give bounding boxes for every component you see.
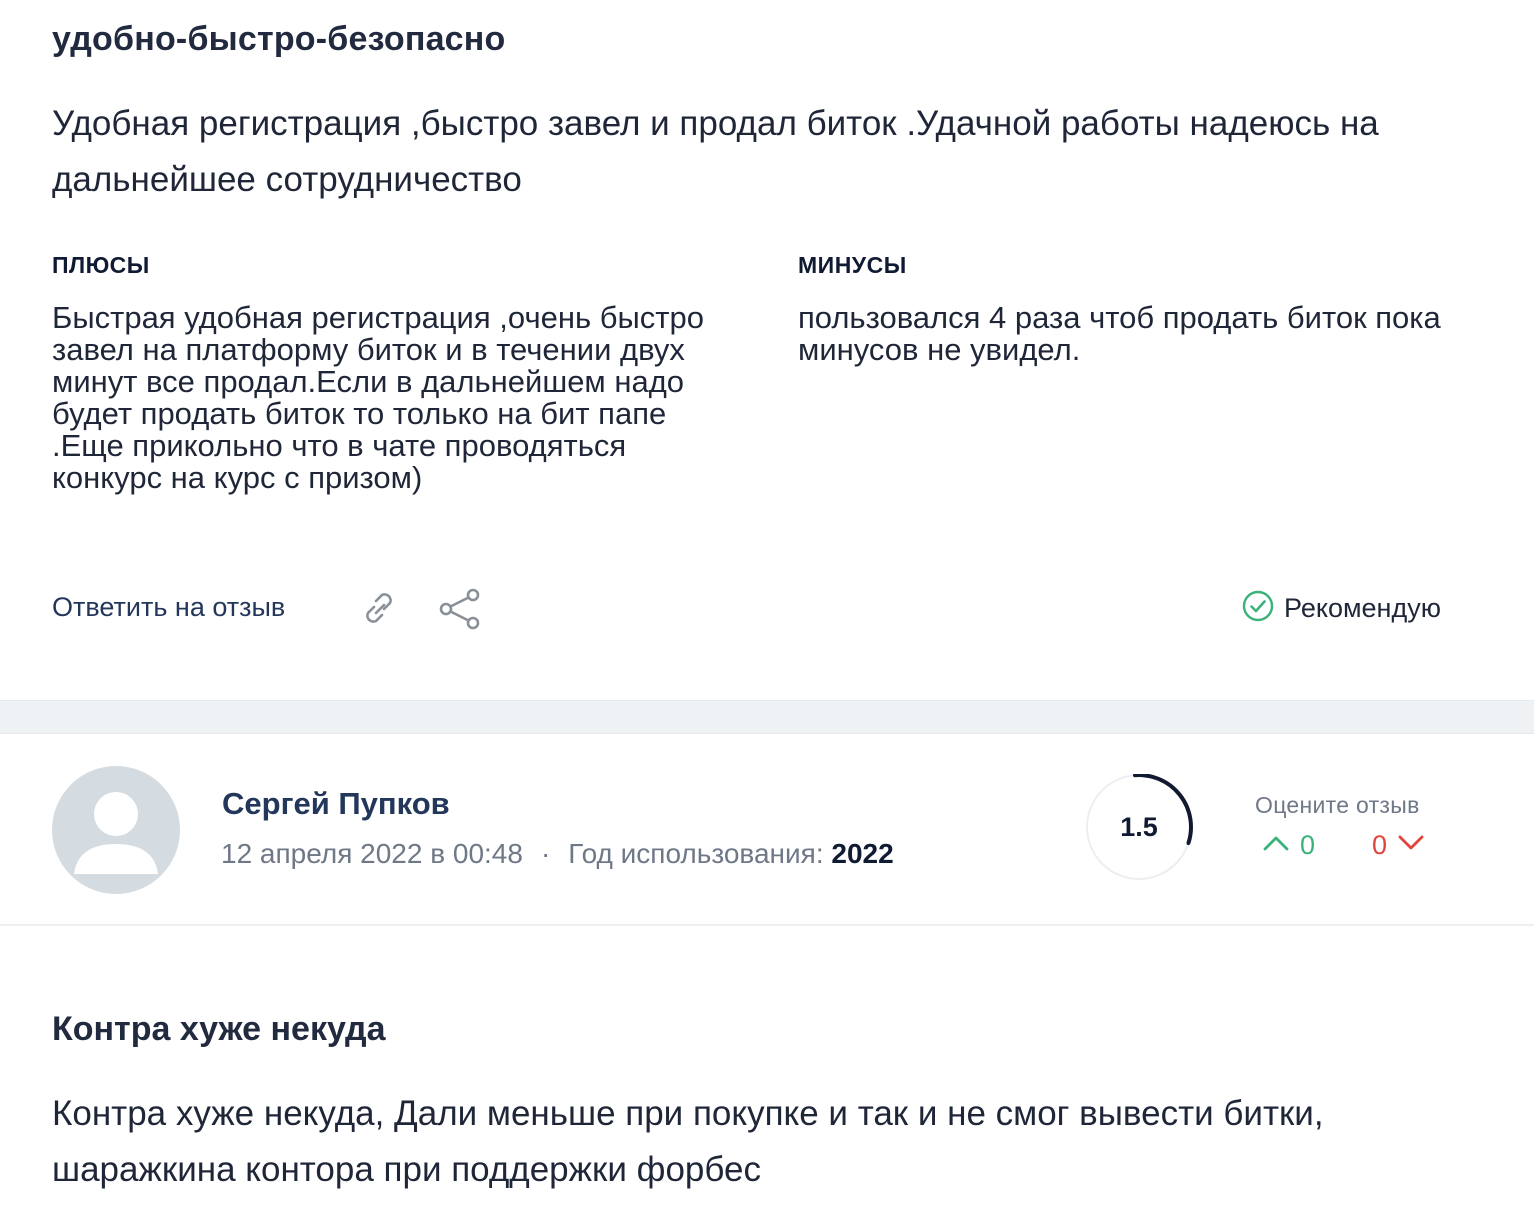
avatar bbox=[52, 766, 180, 894]
review-meta: 12 апреля 2022 в 00:48 · Год использования… bbox=[221, 838, 894, 870]
section-divider bbox=[0, 700, 1534, 734]
recommend-badge: Рекомендую bbox=[1242, 590, 1441, 627]
pros-text: Быстрая удобная регистрация ,очень быстр… bbox=[52, 300, 704, 495]
usage-label: Год использования: bbox=[568, 838, 824, 869]
upvote-count: 0 bbox=[1300, 830, 1316, 860]
upvote-button[interactable]: 0 bbox=[1262, 830, 1315, 861]
share-icon[interactable] bbox=[438, 586, 482, 630]
rate-review-label: Оцените отзыв bbox=[1255, 792, 1420, 818]
cons-text: пользовался 4 раза чтоб продать биток по… bbox=[798, 300, 1441, 367]
downvote-count: 0 bbox=[1372, 830, 1388, 860]
recommend-label: Рекомендую bbox=[1284, 593, 1441, 623]
usage-year: 2022 bbox=[831, 838, 894, 869]
review-title-2: Контра хуже некуда bbox=[52, 1010, 386, 1048]
meta-separator: · bbox=[540, 838, 551, 869]
review-date: 12 апреля 2022 в 00:48 bbox=[221, 838, 523, 869]
chevron-up-icon bbox=[1262, 833, 1290, 858]
review-body-2: Контра хуже некуда, Дали меньше при поку… bbox=[52, 1094, 1324, 1189]
cons-heading: МИНУСЫ bbox=[798, 252, 907, 278]
rating-value: 1.5 bbox=[1120, 811, 1158, 842]
reply-button[interactable]: Ответить на отзыв bbox=[52, 592, 285, 623]
review-body: Удобная регистрация ,быстро завел и прод… bbox=[52, 104, 1379, 199]
review-actions: Ответить на отзыв Рекомендую bbox=[0, 580, 1534, 640]
downvote-button[interactable]: 0 bbox=[1372, 830, 1425, 861]
check-circle-icon bbox=[1242, 590, 1274, 627]
chevron-down-icon bbox=[1397, 833, 1425, 858]
link-icon[interactable] bbox=[357, 586, 401, 630]
review-header-2: Сергей Пупков 12 апреля 2022 в 00:48 · Год… bbox=[0, 734, 1534, 926]
review-card-1: удобно-быстро-безопасно Удобная регистра… bbox=[0, 0, 1534, 700]
rating-score: 1.5 bbox=[1086, 773, 1196, 884]
review-title: удобно-быстро-безопасно bbox=[52, 20, 506, 58]
author-name[interactable]: Сергей Пупков bbox=[222, 786, 450, 822]
pros-heading: ПЛЮСЫ bbox=[52, 252, 150, 278]
